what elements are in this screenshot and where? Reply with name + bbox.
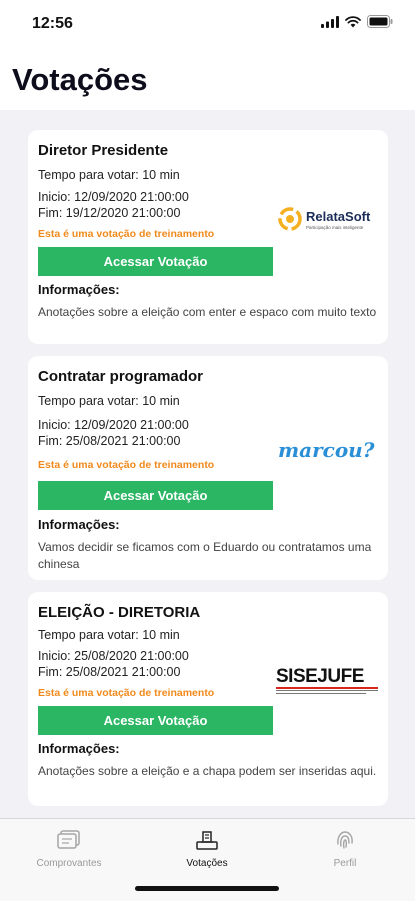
voting-list[interactable]: Diretor Presidente Tempo para votar: 10 …	[0, 110, 415, 818]
training-notice: Esta é uma votação de treinamento	[38, 459, 215, 471]
voting-card: Diretor Presidente Tempo para votar: 10 …	[28, 130, 388, 344]
page-title: Votações	[12, 62, 148, 97]
voting-card: ELEIÇÃO - DIRETORIA Tempo para votar: 10…	[28, 592, 388, 806]
tab-votacoes[interactable]: Votações	[138, 819, 276, 879]
access-voting-button[interactable]: Acessar Votação	[38, 706, 273, 735]
start-date: Inicio: 12/09/2020 21:00:00	[38, 418, 189, 432]
sisejufe-logo: SISEJUFE	[276, 666, 384, 696]
sisejufe-logo-stripe	[276, 687, 378, 689]
tab-comprovantes[interactable]: Comprovantes	[0, 819, 138, 879]
fingerprint-icon	[337, 831, 353, 849]
info-text: Vamos decidir se ficamos com o Eduardo o…	[38, 540, 372, 571]
relatasoft-logo-name: RelataSoft	[306, 209, 371, 224]
tab-label: Votações	[186, 858, 228, 869]
card-title: ELEIÇÃO - DIRETORIA	[38, 604, 201, 621]
time-to-vote: Tempo para votar: 10 min	[38, 394, 180, 408]
info-text: Anotações sobre a eleição com enter e es…	[38, 305, 377, 319]
time-to-vote: Tempo para votar: 10 min	[38, 168, 180, 182]
receipt-icon	[57, 830, 80, 849]
end-date: Fim: 25/08/2021 21:00:00	[38, 434, 181, 448]
card-title: Contratar programador	[38, 368, 204, 385]
training-notice: Esta é uma votação de treinamento	[38, 687, 215, 699]
sisejufe-logo-name: SISEJUFE	[276, 666, 364, 687]
start-date: Inicio: 25/08/2020 21:00:00	[38, 649, 189, 663]
voting-card: Contratar programador Tempo para votar: …	[28, 356, 388, 580]
signal-icon	[321, 15, 339, 28]
relatasoft-logo: RelataSoft Participação mais inteligente	[278, 206, 383, 234]
marcou-logo: marcou?	[278, 438, 383, 464]
status-icons	[321, 15, 393, 28]
home-indicator[interactable]	[135, 886, 279, 891]
battery-icon	[367, 15, 393, 28]
wifi-icon	[345, 15, 361, 27]
tab-label: Comprovantes	[36, 858, 102, 869]
tab-perfil[interactable]: Perfil	[276, 819, 414, 879]
relatasoft-swirl-icon	[278, 207, 302, 231]
status-bar: 12:56	[0, 0, 415, 48]
time-to-vote: Tempo para votar: 10 min	[38, 628, 180, 642]
ballot-icon	[196, 831, 218, 850]
sisejufe-logo-fineprint	[276, 690, 378, 691]
marcou-logo-name: marcou?	[278, 438, 375, 462]
access-voting-button[interactable]: Acessar Votação	[38, 247, 273, 276]
tab-label: Perfil	[333, 858, 357, 869]
info-label: Informações:	[38, 741, 120, 756]
status-time: 12:56	[32, 15, 73, 32]
info-text: Anotações sobre a eleição e a chapa pode…	[38, 764, 377, 778]
start-date: Inicio: 12/09/2020 21:00:00	[38, 190, 189, 204]
access-voting-button[interactable]: Acessar Votação	[38, 481, 273, 510]
card-title: Diretor Presidente	[38, 142, 169, 159]
training-notice: Esta é uma votação de treinamento	[38, 228, 215, 240]
info-label: Informações:	[38, 517, 120, 532]
end-date: Fim: 19/12/2020 21:00:00	[38, 206, 181, 220]
relatasoft-logo-tagline: Participação mais inteligente	[306, 225, 364, 230]
sisejufe-logo-fineprint	[276, 693, 366, 694]
end-date: Fim: 25/08/2021 21:00:00	[38, 665, 181, 679]
info-label: Informações:	[38, 282, 120, 297]
